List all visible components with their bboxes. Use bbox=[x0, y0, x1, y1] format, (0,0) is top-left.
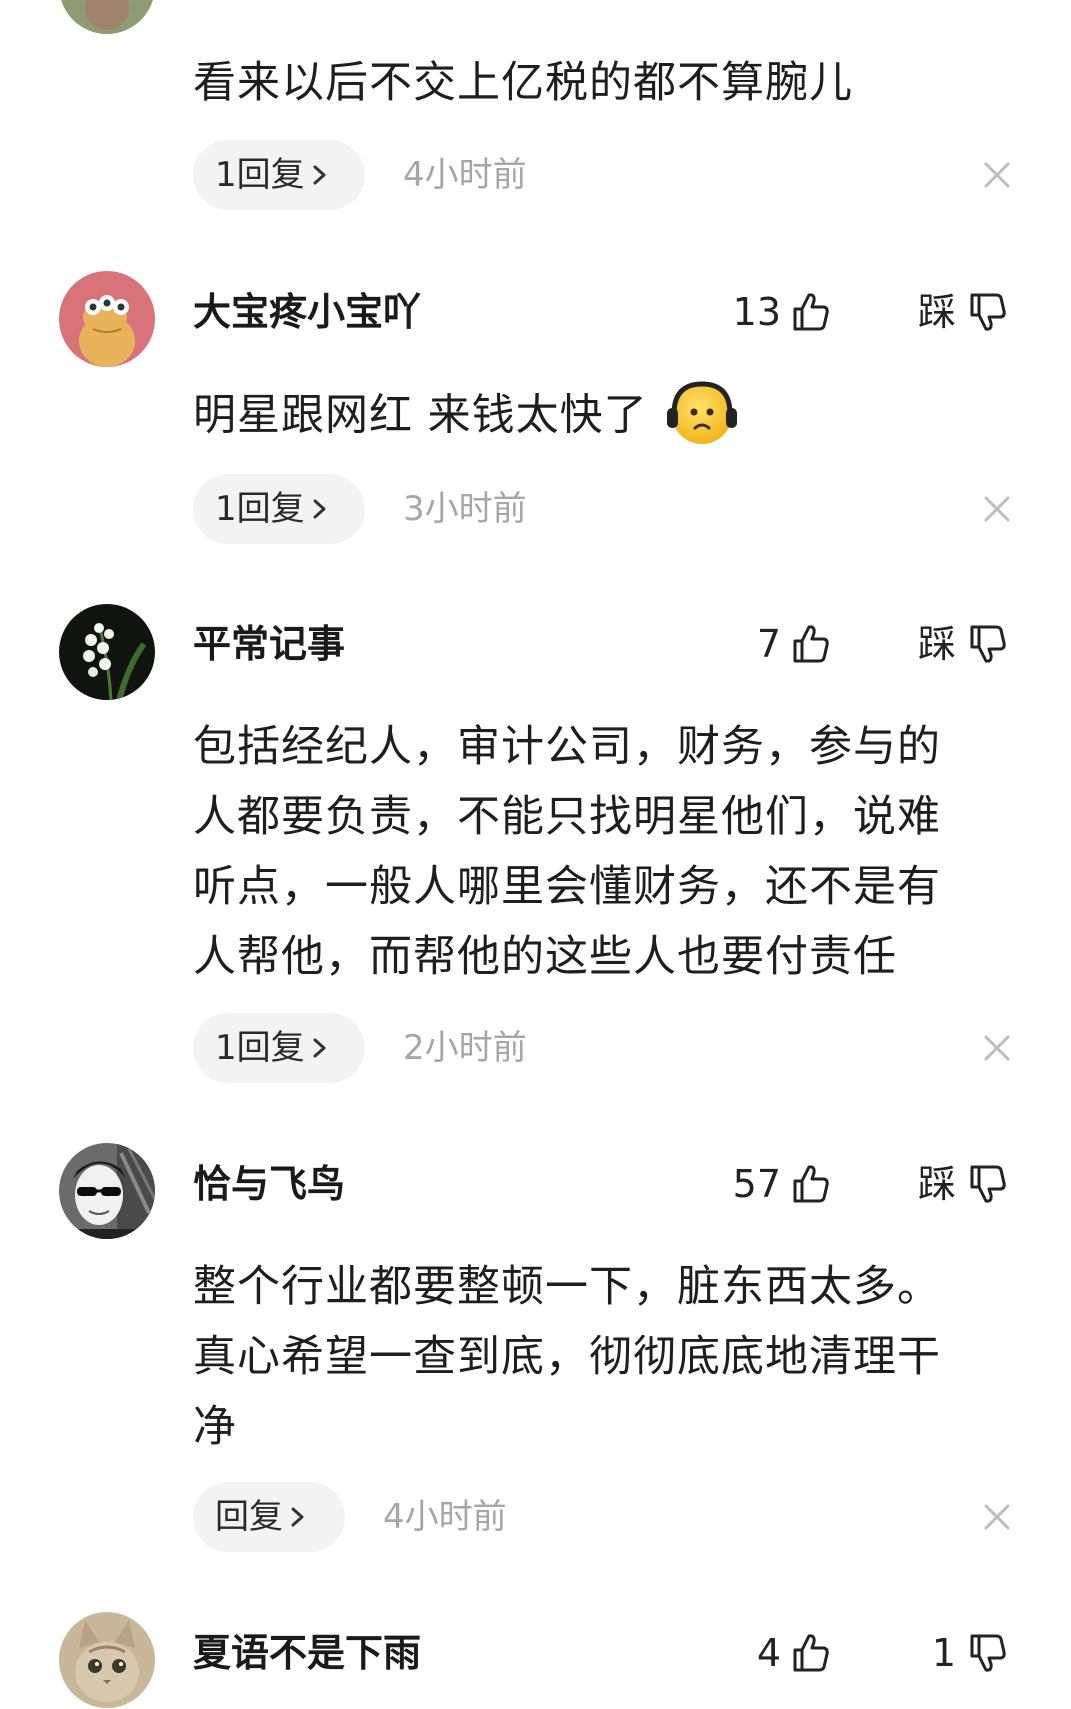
close-icon[interactable] bbox=[983, 1034, 1011, 1062]
comment-text: 看来以后不交上亿税的都不算腕儿 bbox=[193, 58, 853, 108]
dislike-button[interactable]: 踩 bbox=[918, 1160, 1010, 1208]
comment-line: 包括经纪人，审计公司，财务，参与的 bbox=[193, 722, 941, 772]
avatar-man-sunglasses-icon bbox=[59, 1143, 155, 1239]
avatar[interactable] bbox=[59, 271, 155, 367]
timestamp: 4小时前 bbox=[383, 1497, 507, 1537]
like-count: 57 bbox=[732, 1162, 781, 1206]
chevron-right-icon bbox=[313, 499, 326, 519]
thumbs-down-icon bbox=[970, 625, 1006, 663]
like-count: 4 bbox=[756, 1631, 781, 1675]
dislike-label: 踩 bbox=[917, 1162, 956, 1206]
comment-line: 整个行业都要整顿一下，脏东西太多。 bbox=[193, 1262, 941, 1312]
username[interactable]: 平常记事 bbox=[193, 622, 345, 666]
thumbs-up-icon bbox=[793, 1634, 829, 1672]
timestamp: 3小时前 bbox=[403, 489, 527, 529]
reply-label: 1回复 bbox=[215, 155, 305, 195]
comment-text: 明星跟网红 来钱太快了 bbox=[193, 378, 1013, 458]
avatar-cartoon-frog-icon bbox=[59, 271, 155, 367]
comment-line: 净 bbox=[193, 1402, 237, 1452]
close-icon[interactable] bbox=[983, 1503, 1011, 1531]
thumbs-up-icon bbox=[793, 625, 829, 663]
dislike-button[interactable]: 1 bbox=[932, 1629, 1010, 1677]
thumbs-down-icon bbox=[970, 1165, 1006, 1203]
avatar-cat-icon bbox=[59, 1612, 155, 1708]
comment-text: 整个行业都要整顿一下，脏东西太多。 真心希望一查到底，彻彻底底地清理干 净 bbox=[193, 1252, 1013, 1462]
like-button[interactable]: 57 bbox=[733, 1160, 833, 1208]
avatar[interactable] bbox=[59, 0, 155, 34]
reply-label: 1回复 bbox=[215, 489, 305, 529]
chevron-right-icon bbox=[313, 165, 326, 185]
comment-text: 包括经纪人，审计公司，财务，参与的 人都要负责，不能只找明星他们，说难 听点，一… bbox=[193, 712, 1013, 992]
comment-line: 真心希望一查到底，彻彻底底地清理干 bbox=[193, 1332, 941, 1382]
avatar[interactable] bbox=[59, 1143, 155, 1239]
close-icon[interactable] bbox=[983, 495, 1011, 523]
reply-button[interactable]: 1回复 bbox=[193, 1013, 365, 1083]
like-count: 13 bbox=[732, 290, 781, 334]
comment-line: 人都要负责，不能只找明星他们，说难 bbox=[193, 792, 941, 842]
comment-line: 人帮他，而帮他的这些人也要付责任 bbox=[193, 932, 897, 982]
reply-label: 回复 bbox=[215, 1497, 283, 1537]
dislike-count: 1 bbox=[931, 1631, 956, 1675]
like-button[interactable]: 7 bbox=[757, 620, 833, 668]
dislike-label: 踩 bbox=[917, 622, 956, 666]
thumbs-down-icon bbox=[970, 1634, 1006, 1672]
avatar[interactable] bbox=[59, 604, 155, 700]
avatar-lily-of-valley-icon bbox=[59, 604, 155, 700]
dislike-label: 踩 bbox=[917, 290, 956, 334]
thumbs-up-icon bbox=[793, 1165, 829, 1203]
username[interactable]: 夏语不是下雨 bbox=[193, 1631, 421, 1675]
comment-text-content: 明星跟网红 来钱太快了 bbox=[193, 390, 648, 441]
timestamp: 2小时前 bbox=[403, 1028, 527, 1068]
thumbs-down-icon bbox=[970, 293, 1006, 331]
comment-line: 听点，一般人哪里会懂财务，还不是有 bbox=[193, 862, 941, 912]
reply-button[interactable]: 回复 bbox=[193, 1482, 345, 1552]
avatar-green-partial-icon bbox=[59, 0, 155, 34]
headphone-face-emoji-icon bbox=[666, 381, 737, 444]
thumbs-up-icon bbox=[793, 293, 829, 331]
username[interactable]: 大宝疼小宝吖 bbox=[193, 290, 421, 334]
reply-label: 1回复 bbox=[215, 1028, 305, 1068]
timestamp: 4小时前 bbox=[403, 155, 527, 195]
chevron-right-icon bbox=[313, 1038, 326, 1058]
like-count: 7 bbox=[756, 622, 781, 666]
like-button[interactable]: 13 bbox=[733, 288, 833, 336]
chevron-right-icon bbox=[291, 1507, 304, 1527]
dislike-button[interactable]: 踩 bbox=[918, 620, 1010, 668]
reply-button[interactable]: 1回复 bbox=[193, 474, 365, 544]
reply-button[interactable]: 1回复 bbox=[193, 140, 365, 210]
dislike-button[interactable]: 踩 bbox=[918, 288, 1010, 336]
like-button[interactable]: 4 bbox=[757, 1629, 833, 1677]
username[interactable]: 恰与飞鸟 bbox=[193, 1162, 345, 1206]
avatar[interactable] bbox=[59, 1612, 155, 1708]
close-icon[interactable] bbox=[983, 161, 1011, 189]
